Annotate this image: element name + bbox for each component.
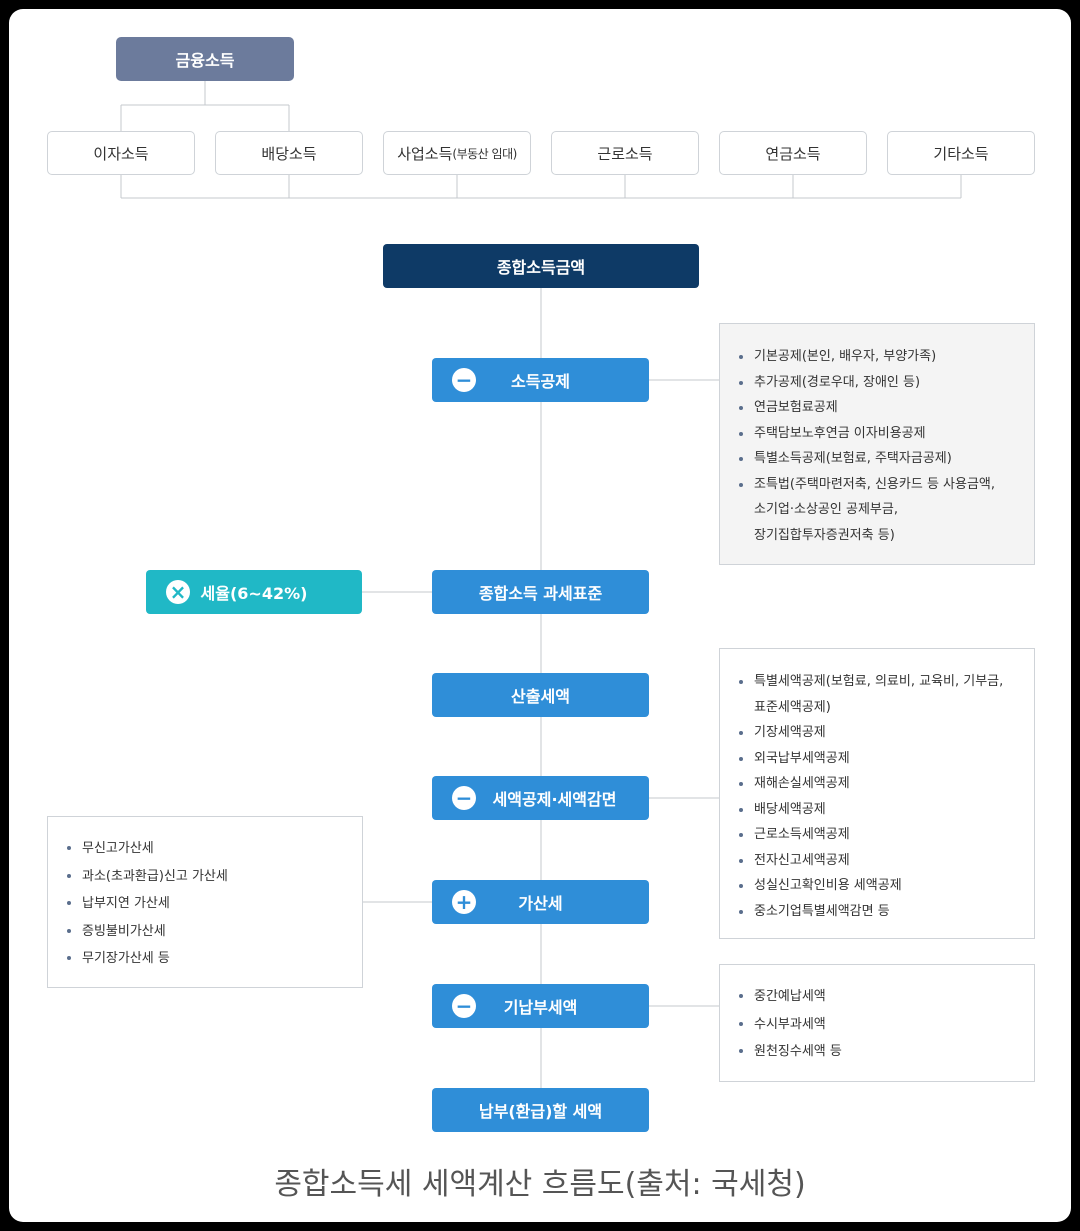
plus-icon: + xyxy=(452,890,476,914)
income-interest-label: 이자소득 xyxy=(93,144,149,163)
income-earned-label: 근로소득 xyxy=(597,144,653,163)
tax-credit-box: − 세액공제·세액감면 xyxy=(432,776,649,820)
prepaid-tax-label: 기납부세액 xyxy=(503,998,578,1017)
financial-income-box: 금융소득 xyxy=(116,37,294,81)
income-other-box: 기타소득 xyxy=(887,131,1035,175)
list-item: 성실신고확인비용 세액공제 xyxy=(736,873,1034,899)
payable-tax-box: 납부(환급)할 세액 xyxy=(432,1088,649,1132)
prepaid-tax-box: − 기납부세액 xyxy=(432,984,649,1028)
list-item: 특별세액공제(보험료, 의료비, 교육비, 기부금, 표준세액공제) xyxy=(736,669,1034,720)
payable-tax-label: 납부(환급)할 세액 xyxy=(478,1102,603,1121)
list-item: 중간예납세액 xyxy=(736,983,1034,1011)
financial-income-label: 금융소득 xyxy=(175,51,235,70)
list-item: 외국납부세액공제 xyxy=(736,746,1034,772)
tax-rate-label: 세율(6~42%) xyxy=(200,584,308,603)
income-interest-box: 이자소득 xyxy=(47,131,195,175)
penalty-panel: 무신고가산세 과소(초과환급)신고 가산세 납부지연 가산세 증빙불비가산세 무… xyxy=(47,816,363,988)
list-item: 무기장가산세 등 xyxy=(64,945,362,973)
income-pension-box: 연금소득 xyxy=(719,131,867,175)
calculated-tax-label: 산출세액 xyxy=(511,687,570,706)
list-item: 증빙불비가산세 xyxy=(64,918,362,946)
total-income-label: 종합소득금액 xyxy=(496,258,586,277)
list-item: 원천징수세액 등 xyxy=(736,1038,1034,1066)
income-business-note: (부동산 임대) xyxy=(452,146,517,161)
list-item: 조특법(주택마련저축, 신용카드 등 사용금액, 소기업·소상공인 공제부금, … xyxy=(736,472,1034,549)
diagram-caption: 종합소득세 세액계산 흐름도(출처: 국세청) xyxy=(274,1167,806,1202)
penalty-label: 가산세 xyxy=(518,894,563,913)
tax-base-label: 종합소득 과세표준 xyxy=(478,584,603,603)
diagram-frame: 금융소득 이자소득 배당소득 사업소득 (부동산 임대) 근로소득 연금소득 기타… xyxy=(9,9,1071,1222)
list-item: 근로소득세액공제 xyxy=(736,822,1034,848)
list-item: 과소(초과환급)신고 가산세 xyxy=(64,863,362,891)
list-item: 수시부과세액 xyxy=(736,1011,1034,1039)
income-business-label: 사업소득 xyxy=(397,144,453,163)
total-income-box: 종합소득금액 xyxy=(383,244,699,288)
income-dividend-label: 배당소득 xyxy=(261,144,317,163)
tax-base-box: 종합소득 과세표준 xyxy=(432,570,649,614)
minus-icon: − xyxy=(452,368,476,392)
list-item: 재해손실세액공제 xyxy=(736,771,1034,797)
list-item: 주택담보노후연금 이자비용공제 xyxy=(736,421,1034,447)
prepaid-tax-panel: 중간예납세액 수시부과세액 원천징수세액 등 xyxy=(719,964,1035,1082)
tax-credit-label: 세액공제·세액감면 xyxy=(492,790,617,809)
list-item: 특별소득공제(보험료, 주택자금공제) xyxy=(736,446,1034,472)
income-earned-box: 근로소득 xyxy=(551,131,699,175)
income-deduction-label: 소득공제 xyxy=(511,372,570,391)
times-icon: × xyxy=(166,580,190,604)
income-business-box: 사업소득 (부동산 임대) xyxy=(383,131,531,175)
list-item: 납부지연 가산세 xyxy=(64,890,362,918)
list-item: 기본공제(본인, 배우자, 부양가족) xyxy=(736,344,1034,370)
list-item: 기장세액공제 xyxy=(736,720,1034,746)
income-deduction-box: − 소득공제 xyxy=(432,358,649,402)
income-pension-label: 연금소득 xyxy=(765,144,821,163)
minus-icon: − xyxy=(452,994,476,1018)
income-deduction-panel: 기본공제(본인, 배우자, 부양가족) 추가공제(경로우대, 장애인 등) 연금… xyxy=(719,323,1035,565)
list-item: 전자신고세액공제 xyxy=(736,848,1034,874)
list-item: 연금보험료공제 xyxy=(736,395,1034,421)
list-item: 추가공제(경로우대, 장애인 등) xyxy=(736,370,1034,396)
tax-rate-box: × 세율(6~42%) xyxy=(146,570,362,614)
list-item: 배당세액공제 xyxy=(736,797,1034,823)
penalty-box: + 가산세 xyxy=(432,880,649,924)
calculated-tax-box: 산출세액 xyxy=(432,673,649,717)
income-dividend-box: 배당소득 xyxy=(215,131,363,175)
income-other-label: 기타소득 xyxy=(933,144,989,163)
list-item: 무신고가산세 xyxy=(64,835,362,863)
tax-credit-panel: 특별세액공제(보험료, 의료비, 교육비, 기부금, 표준세액공제) 기장세액공… xyxy=(719,648,1035,939)
minus-icon: − xyxy=(452,786,476,810)
list-item: 중소기업특별세액감면 등 xyxy=(736,899,1034,925)
